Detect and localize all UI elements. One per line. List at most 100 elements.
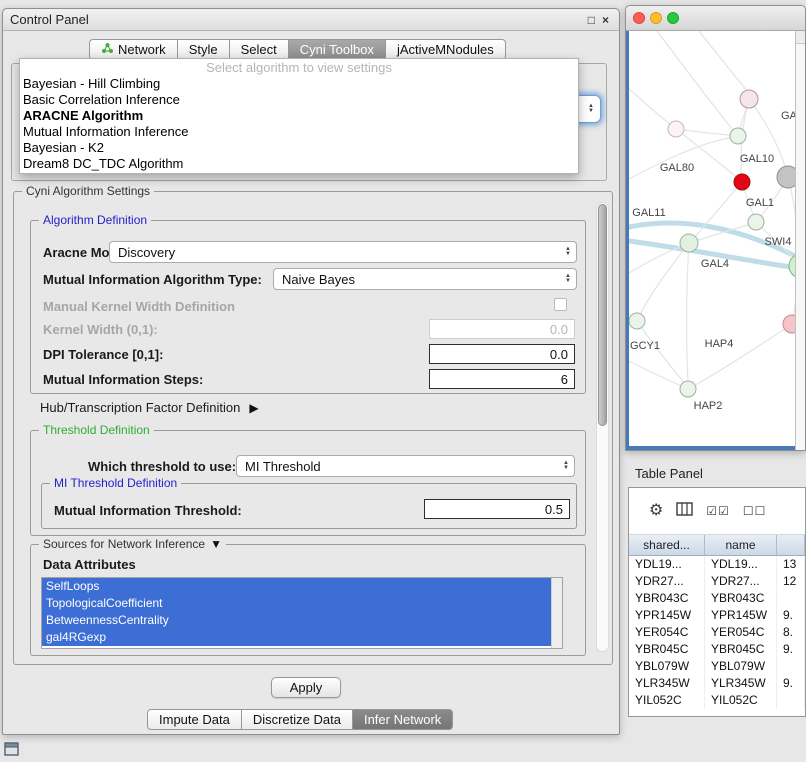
mi-steps-label: Mutual Information Steps: <box>43 372 203 387</box>
kernel-width-field[interactable]: 0.0 <box>429 319 575 339</box>
gear-icon[interactable]: ⚙ <box>649 503 663 519</box>
network-node[interactable] <box>734 174 750 190</box>
expand-arrow-icon[interactable]: ▶ <box>249 401 258 415</box>
attribute-item[interactable]: BetweennessCentrality <box>42 612 551 629</box>
algorithm-option[interactable]: Bayesian - Hill Climbing <box>20 76 578 92</box>
column-header-name[interactable]: name <box>705 535 777 555</box>
network-node[interactable] <box>748 214 764 230</box>
table-row[interactable]: YER054CYER054C8. <box>629 624 805 641</box>
table-cell <box>777 658 805 675</box>
network-node[interactable] <box>629 313 645 329</box>
column-header-shared-name[interactable]: shared... <box>629 535 705 555</box>
table-row[interactable]: YBR043CYBR043C <box>629 590 805 607</box>
network-node[interactable] <box>740 90 758 108</box>
which-threshold-select[interactable]: MI Threshold ▲▼ <box>236 455 575 477</box>
table-row[interactable]: YLR345WYLR345W9. <box>629 675 805 692</box>
table-row[interactable]: YPR145WYPR145W9. <box>629 607 805 624</box>
table-row[interactable]: YBR045CYBR045C9. <box>629 641 805 658</box>
scrollbar-arrow-box[interactable] <box>796 31 805 44</box>
minimize-traffic-light-icon[interactable] <box>650 12 662 24</box>
deselect-all-icon[interactable]: ☐☐ <box>743 505 767 517</box>
attribute-item[interactable]: SelfLoops <box>42 578 551 595</box>
hub-definition-section[interactable]: Hub/Transcription Factor Definition ▶ <box>40 400 259 415</box>
network-edge[interactable] <box>788 177 795 261</box>
floating-panel-icon[interactable] <box>4 741 20 757</box>
network-node[interactable] <box>680 234 698 252</box>
manual-kernel-checkbox[interactable] <box>554 298 567 311</box>
tab-discretize-data[interactable]: Discretize Data <box>242 709 353 730</box>
network-edge[interactable] <box>692 324 792 387</box>
control-panel-titlebar[interactable]: Control Panel □ × <box>3 9 619 31</box>
combo-value: Naive Bayes <box>282 272 355 287</box>
network-vertical-scrollbar[interactable] <box>795 31 805 450</box>
network-edge[interactable] <box>687 243 689 385</box>
algorithm-dropdown-popup: Select algorithm to view settings Bayesi… <box>19 58 579 174</box>
mi-threshold-field[interactable]: 0.5 <box>424 499 570 519</box>
tab-label: Discretize Data <box>253 712 341 728</box>
table-cell <box>777 692 805 709</box>
data-attributes-list[interactable]: SelfLoopsTopologicalCoefficientBetweenne… <box>41 577 563 649</box>
tab-select[interactable]: Select <box>230 39 289 60</box>
zoom-traffic-light-icon[interactable] <box>667 12 679 24</box>
aracne-mode-select[interactable]: Discovery ▲▼ <box>109 241 577 263</box>
network-canvas[interactable]: GAL80GALGAL10GAL11GAL1SWI4GAL4GCY1HAP4YH… <box>626 31 795 450</box>
control-panel-tabs: Network Style Select Cyni Toolbox jActiv… <box>89 39 506 60</box>
table-row[interactable]: YIL052CYIL052C <box>629 692 805 709</box>
float-window-icon[interactable]: □ <box>588 11 595 29</box>
table-row[interactable]: YDL19...YDL19...13 <box>629 556 805 573</box>
columns-icon[interactable] <box>676 502 693 520</box>
table-cell: YBR043C <box>629 590 705 607</box>
network-edge[interactable] <box>676 129 738 136</box>
network-node-label: GAL10 <box>740 153 774 165</box>
network-edge[interactable] <box>629 89 676 129</box>
tab-infer-network[interactable]: Infer Network <box>353 709 453 730</box>
network-node[interactable] <box>777 166 795 188</box>
algorithm-option[interactable]: Basic Correlation Inference <box>20 92 578 108</box>
algorithm-option[interactable]: Mutual Information Inference <box>20 124 578 140</box>
tab-label: Network <box>118 42 166 58</box>
network-edge[interactable] <box>699 31 749 93</box>
table-cell <box>777 590 805 607</box>
window-title: Control Panel <box>10 12 89 27</box>
network-node[interactable] <box>680 381 696 397</box>
close-traffic-light-icon[interactable] <box>633 12 645 24</box>
network-node[interactable] <box>668 121 684 137</box>
network-node[interactable] <box>730 128 746 144</box>
tab-impute-data[interactable]: Impute Data <box>147 709 242 730</box>
network-edge[interactable] <box>657 31 738 136</box>
table-cell: YDL19... <box>705 556 777 573</box>
combo-arrows-icon: ▲▼ <box>586 104 596 114</box>
network-edge[interactable] <box>637 321 686 385</box>
threshold-definition-group: Threshold Definition Which threshold to … <box>30 430 586 536</box>
mi-algorithm-type-select[interactable]: Naive Bayes ▲▼ <box>273 268 577 290</box>
dpi-tolerance-label: DPI Tolerance [0,1]: <box>43 347 163 362</box>
attribute-item[interactable]: TopologicalCoefficient <box>42 595 551 612</box>
algorithm-option[interactable]: Dream8 DC_TDC Algorithm <box>20 156 578 172</box>
settings-scrollbar-thumb[interactable] <box>598 204 607 426</box>
settings-scrollbar[interactable] <box>596 202 609 652</box>
tab-jactivemnodules[interactable]: jActiveMNodules <box>386 39 506 60</box>
dpi-tolerance-field[interactable]: 0.0 <box>429 344 575 364</box>
network-node[interactable] <box>783 315 795 333</box>
network-edge[interactable] <box>629 361 684 387</box>
network-window-titlebar[interactable] <box>626 6 805 31</box>
sources-group-title[interactable]: Sources for Network Inference ▼ <box>39 537 226 551</box>
tab-style[interactable]: Style <box>178 39 230 60</box>
table-cell: YBR045C <box>629 641 705 658</box>
mi-steps-field[interactable]: 6 <box>429 369 575 389</box>
column-header-extra[interactable] <box>777 535 805 555</box>
table-row[interactable]: YBL079WYBL079W <box>629 658 805 675</box>
algorithm-option[interactable]: ARACNE Algorithm <box>20 108 578 124</box>
table-cell: 9. <box>777 641 805 658</box>
table-row[interactable]: YDR27...YDR27...12 <box>629 573 805 590</box>
close-icon[interactable]: × <box>602 11 609 29</box>
select-all-icon[interactable]: ☑☑ <box>706 505 730 517</box>
attribute-item[interactable]: gal4RGexp <box>42 629 551 646</box>
tab-cyni-toolbox[interactable]: Cyni Toolbox <box>289 39 386 60</box>
attributes-list-scrollbar[interactable] <box>551 578 562 648</box>
collapse-arrow-icon[interactable]: ▼ <box>210 537 222 551</box>
tab-label: Impute Data <box>159 712 230 728</box>
tab-network[interactable]: Network <box>89 39 178 60</box>
apply-button[interactable]: Apply <box>271 677 341 698</box>
algorithm-option[interactable]: Bayesian - K2 <box>20 140 578 156</box>
